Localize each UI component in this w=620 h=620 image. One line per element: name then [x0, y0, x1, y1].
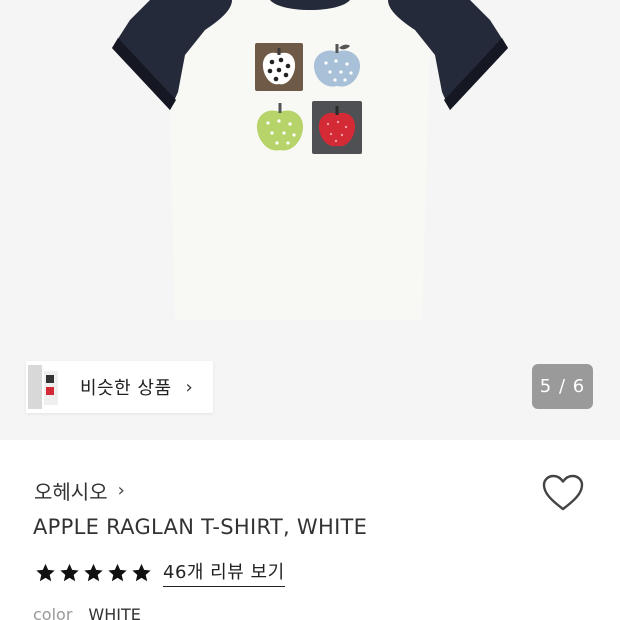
rating-stars [34, 562, 153, 584]
color-option: color WHITE [33, 605, 141, 620]
star-icon [60, 563, 79, 581]
chevron-right-icon: › [185, 376, 193, 398]
similar-products-label: 비슷한 상품 [80, 378, 172, 399]
similar-product-thumbnail [26, 361, 62, 413]
product-image-gallery[interactable]: 비슷한 상품 › 5 / 6 [0, 0, 620, 440]
rating-row: 46개 리뷰 보기 [34, 558, 285, 587]
chevron-right-icon: › [117, 480, 125, 501]
heart-icon[interactable] [541, 473, 585, 513]
star-icon [36, 563, 55, 581]
apple-tile-brown [255, 43, 303, 91]
similar-products-button[interactable]: 비슷한 상품 › [26, 361, 213, 413]
star-icon [108, 563, 127, 581]
option-label: color [33, 605, 73, 620]
brand-name: 오헤시오 [34, 480, 108, 504]
option-value: WHITE [88, 605, 141, 620]
reviews-link[interactable]: 46개 리뷰 보기 [163, 558, 285, 587]
apple-tile-dark [312, 101, 362, 154]
star-icon [132, 563, 151, 581]
product-info: 오헤시오 › APPLE RAGLAN T-SHIRT, WHITE 46개 리… [0, 440, 620, 620]
product-title: APPLE RAGLAN T-SHIRT, WHITE [33, 515, 368, 539]
image-pager: 5 / 6 [532, 364, 593, 409]
brand-link[interactable]: 오헤시오 › [34, 476, 125, 505]
star-icon [84, 563, 103, 581]
